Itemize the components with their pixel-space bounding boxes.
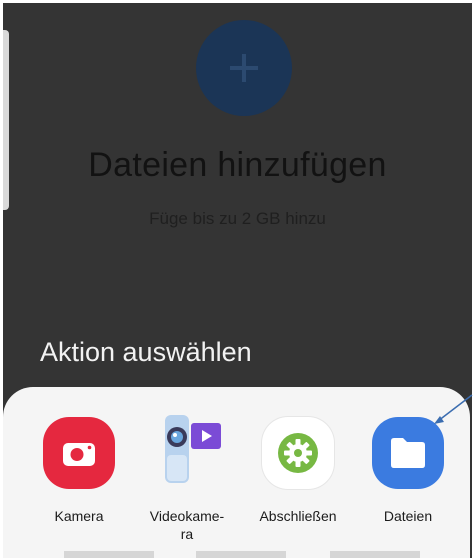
annotation-arrow-icon xyxy=(434,394,473,424)
